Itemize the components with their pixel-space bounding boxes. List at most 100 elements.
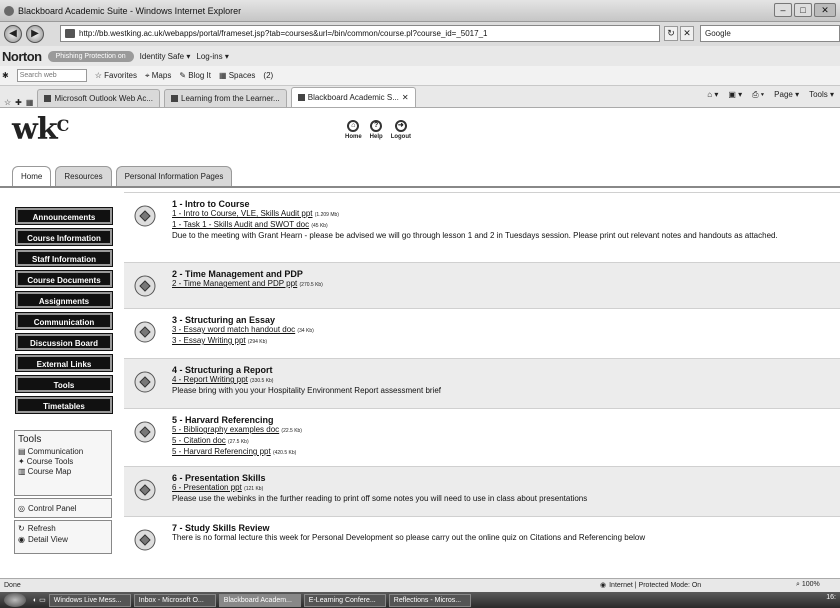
taskbar-item[interactable]: Blackboard Academ... [218, 593, 301, 607]
taskbar-item[interactable]: Windows Live Mess... [48, 593, 131, 607]
browser-tab-blackboard[interactable]: Blackboard Academic S... ✕ [290, 87, 416, 107]
menu-course-information[interactable]: Course Information [15, 228, 113, 246]
browser-tab-learning[interactable]: Learning from the Learner... [164, 89, 287, 107]
menu-timetables[interactable]: Timetables [15, 396, 113, 414]
identity-safe-menu[interactable]: Identity Safe ▾ [140, 52, 191, 61]
refresh-button[interactable]: ↻ Refresh [18, 524, 108, 533]
live-icon: ✱ [2, 71, 9, 80]
globe-icon: ◉ [600, 582, 607, 589]
folder-icon[interactable] [134, 205, 156, 227]
start-button[interactable] [4, 593, 26, 607]
menu-discussion-board[interactable]: Discussion Board [15, 333, 113, 351]
toolbar-favorites[interactable]: ☆ Favorites [95, 71, 137, 80]
nav-logout[interactable]: ➜ Logout [391, 120, 411, 140]
browser-tab-outlook[interactable]: Microsoft Outlook Web Ac... [37, 89, 160, 107]
maximize-icon[interactable]: □ [794, 3, 812, 17]
close-icon[interactable]: ✕ [814, 3, 836, 17]
stop-icon[interactable]: ✕ [680, 26, 694, 41]
toolbar-blog-it[interactable]: ✎ Blog It [179, 71, 211, 80]
file-size: (270.5 Kb) [299, 282, 323, 288]
live-search-toolbar: ✱ Search web ☆ Favorites ⌖ Maps ✎ Blog I… [0, 66, 840, 86]
tool-communication[interactable]: ▤ Communication [18, 447, 108, 456]
file-link[interactable]: 1 - Task 1 - Skills Audit and SWOT doc [172, 220, 309, 229]
security-zone[interactable]: ◉ Internet | Protected Mode: On [600, 581, 701, 590]
lesson-title: 4 - Structuring a Report [172, 365, 273, 375]
file-link[interactable]: 1 - Intro to Course, VLE, Skills Audit p… [172, 209, 313, 218]
toolbar-maps[interactable]: ⌖ Maps [145, 71, 171, 81]
nav-label: Logout [390, 134, 412, 140]
norton-toolbar: Norton Phishing Protection on Identity S… [0, 46, 840, 66]
menu-tools[interactable]: Tools [15, 375, 113, 393]
file-link[interactable]: 5 - Harvard Referencing ppt [172, 447, 271, 456]
file-link[interactable]: 5 - Citation doc [172, 436, 226, 445]
menu-course-documents[interactable]: Course Documents [15, 270, 113, 288]
site-tabs: Home Resources Personal Information Page… [12, 166, 233, 186]
folder-icon[interactable] [134, 371, 156, 393]
site-logo[interactable]: wkC [12, 112, 69, 147]
tab-resources[interactable]: Resources [55, 166, 112, 186]
quick-launch-icon[interactable]: ◐ ▭ [33, 596, 46, 604]
home-icon[interactable]: ⌂ ▾ [707, 90, 718, 100]
file-link[interactable]: 5 - Bibliography examples doc [172, 425, 279, 434]
print-icon[interactable]: ⎙ ▾ [752, 90, 764, 100]
control-panel-button[interactable]: ◎ Control Panel [14, 498, 112, 518]
folder-icon[interactable] [134, 479, 156, 501]
system-tray[interactable]: 16: [826, 594, 836, 601]
minimize-icon[interactable]: – [774, 3, 792, 17]
taskbar-label: Inbox - Microsoft O... [138, 596, 204, 604]
tool-label: Course Tools [26, 457, 74, 466]
zoom-level[interactable]: ⌕ 100% [796, 581, 820, 589]
tools-menu[interactable]: Tools ▾ [809, 90, 834, 100]
page-menu[interactable]: Page ▾ [774, 90, 799, 100]
folder-icon[interactable] [134, 321, 156, 343]
file-link[interactable]: 3 - Essay Writing ppt [172, 336, 246, 345]
menu-assignments[interactable]: Assignments [15, 291, 113, 309]
tab-favicon-icon [171, 95, 178, 102]
add-favorites-icon[interactable]: ✚ [15, 98, 22, 107]
refresh-label: Refresh [27, 524, 56, 533]
logins-menu[interactable]: Log-ins ▾ [196, 52, 228, 61]
favorites-star-icon[interactable]: ☆ [4, 98, 11, 107]
browser-window: Blackboard Academic Suite - Windows Inte… [0, 0, 840, 608]
menu-communication[interactable]: Communication [15, 312, 113, 330]
taskbar-item[interactable]: Reflections - Micros... [388, 593, 471, 607]
nav-home[interactable]: ⌂ Home [345, 120, 362, 140]
toolbar-count[interactable]: (2) [263, 71, 273, 80]
toolbar-spaces[interactable]: ▦ Spaces [219, 71, 255, 80]
menu-staff-information[interactable]: Staff Information [15, 249, 113, 267]
toolbar-search-input[interactable]: Search web [16, 69, 87, 82]
taskbar-item[interactable]: E-Learning Confere... [303, 593, 386, 607]
file-size: (294 Kb) [247, 339, 268, 345]
lesson-item: 4 - Structuring a Report 4 - Report Writ… [124, 358, 840, 408]
search-input[interactable]: Google [700, 25, 840, 42]
tab-close-icon[interactable]: ✕ [402, 93, 409, 102]
address-bar[interactable]: http://bb.westking.ac.uk/webapps/portal/… [60, 25, 660, 42]
back-button[interactable]: ◀ [4, 25, 22, 43]
phishing-protection-badge[interactable]: Phishing Protection on [47, 50, 134, 62]
folder-icon[interactable] [134, 275, 156, 297]
tool-course-tools[interactable]: ✦ Course Tools [18, 457, 108, 466]
feeds-icon[interactable]: ▣ ▾ [728, 90, 742, 100]
detail-view-icon: ◉ [18, 535, 25, 544]
spaces-label: Spaces [228, 71, 256, 80]
folder-icon[interactable] [134, 421, 156, 443]
course-map-icon: ▥ [18, 467, 26, 476]
refresh-icon[interactable]: ↻ [664, 26, 678, 41]
tab-personal-information-pages[interactable]: Personal Information Pages [115, 166, 233, 186]
nav-label: Home [345, 134, 362, 140]
nav-help[interactable]: ? Help [370, 120, 383, 140]
file-link[interactable]: 6 - Presentation ppt [172, 483, 242, 492]
forward-button[interactable]: ▶ [26, 25, 44, 43]
file-size: (45 Kb) [311, 223, 328, 229]
detail-view-button[interactable]: ◉ Detail View [18, 535, 108, 544]
quick-tabs-icon[interactable]: ▦ [26, 98, 34, 107]
file-link[interactable]: 2 - Time Management and PDP ppt [172, 279, 297, 288]
menu-announcements[interactable]: Announcements [15, 207, 113, 225]
file-link[interactable]: 4 - Report Writing ppt [172, 375, 248, 384]
tab-home[interactable]: Home [12, 166, 52, 186]
folder-icon[interactable] [134, 529, 156, 551]
file-link[interactable]: 3 - Essay word match handout doc [172, 325, 295, 334]
tool-course-map[interactable]: ▥ Course Map [18, 467, 108, 476]
menu-external-links[interactable]: External Links [15, 354, 113, 372]
taskbar-item[interactable]: Inbox - Microsoft O... [133, 593, 216, 607]
